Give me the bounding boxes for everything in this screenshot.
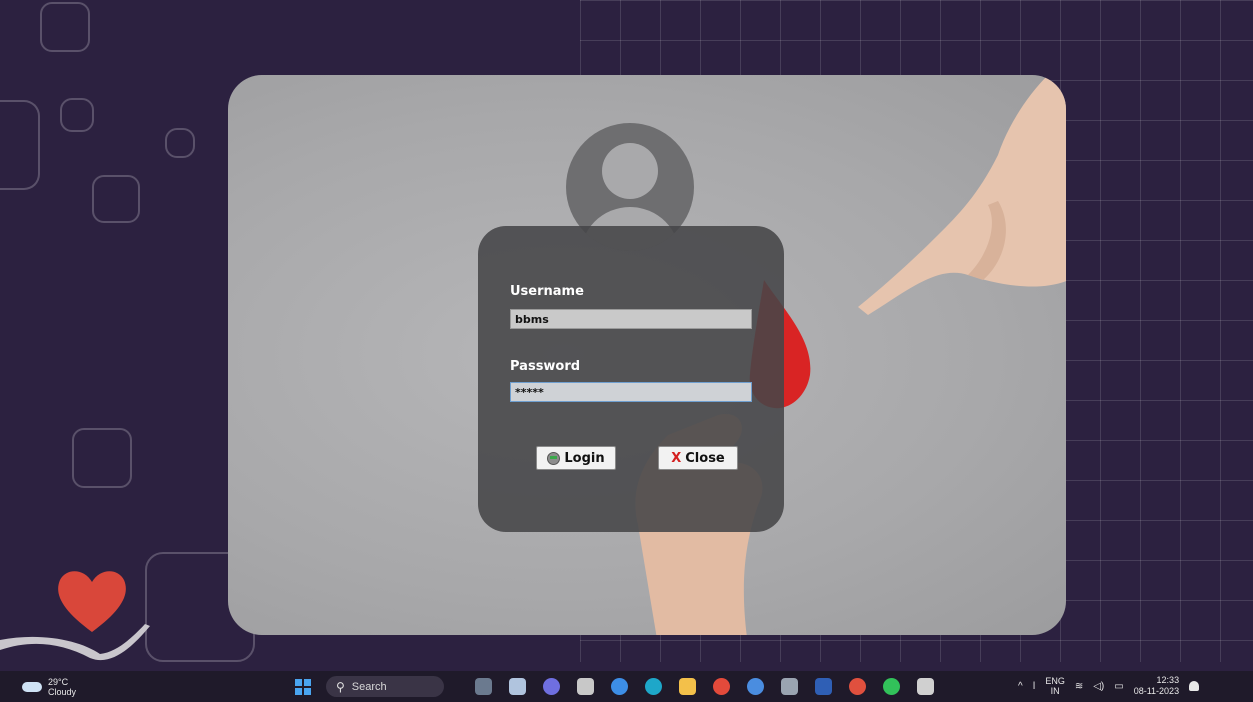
language-indicator[interactable]: ENG IN <box>1045 676 1065 696</box>
weather-widget[interactable]: 29°C Cloudy <box>22 677 76 697</box>
search-label: Search <box>351 680 387 693</box>
login-button-label: Login <box>564 450 605 466</box>
username-input[interactable]: bbms <box>510 309 752 329</box>
volume-icon[interactable]: ◁) <box>1093 681 1104 692</box>
clock[interactable]: 12:33 08-11-2023 <box>1134 675 1179 697</box>
taskbar-search[interactable]: ⚲ Search <box>326 676 444 697</box>
chrome-icon[interactable] <box>713 678 730 695</box>
calendar-icon[interactable] <box>577 678 594 695</box>
chevron-up-icon[interactable]: ^ <box>1018 681 1023 692</box>
task-view-icon[interactable] <box>475 678 492 695</box>
decor-square <box>165 128 195 158</box>
file-explorer-icon[interactable] <box>509 678 526 695</box>
whatsapp-icon[interactable] <box>883 678 900 695</box>
search-icon: ⚲ <box>336 679 345 694</box>
system-tray: ^ ǀ ENG IN ≋ ◁) ▭ 12:33 08-11-2023 <box>1018 675 1200 697</box>
vpn-icon[interactable] <box>747 678 764 695</box>
decor-square <box>92 175 140 223</box>
username-label: Username <box>510 284 584 299</box>
java-icon[interactable] <box>917 678 934 695</box>
login-icon <box>547 451 561 465</box>
decor-square <box>0 100 40 190</box>
lang-top: ENG <box>1045 676 1065 686</box>
clock-date: 08-11-2023 <box>1133 686 1180 696</box>
meet-icon[interactable] <box>543 678 560 695</box>
close-button[interactable]: X Close <box>658 446 738 470</box>
notification-bell-icon[interactable] <box>1189 681 1200 691</box>
weather-temp: 29°C <box>48 677 69 687</box>
password-label: Password <box>510 359 581 374</box>
hand-image <box>858 75 1066 315</box>
clock-time: 12:33 <box>1156 675 1180 685</box>
chrome-canary-icon[interactable] <box>611 678 628 695</box>
microphone-icon[interactable]: ǀ <box>1033 681 1036 692</box>
battery-icon[interactable]: ▭ <box>1114 681 1123 692</box>
decor-square <box>72 428 132 488</box>
decor-square <box>40 2 90 52</box>
edge-icon[interactable] <box>645 678 662 695</box>
weather-desc: Cloudy <box>48 687 77 697</box>
taskbar: 29°C Cloudy ⚲ Search ^ ǀ ENG IN ≋ ◁) ▭ 1… <box>0 671 1253 702</box>
lang-bottom: IN <box>1050 686 1060 696</box>
login-button[interactable]: Login <box>536 446 616 470</box>
wifi-icon[interactable]: ≋ <box>1075 681 1083 692</box>
terminal-icon[interactable] <box>781 678 798 695</box>
cloud-icon <box>22 682 42 692</box>
password-input[interactable]: ***** <box>510 382 752 402</box>
folder-icon[interactable] <box>679 678 696 695</box>
close-button-label: Close <box>685 450 725 466</box>
decor-square <box>60 98 94 132</box>
chrome-profile-icon[interactable] <box>849 678 866 695</box>
open-hand-icon <box>0 624 150 661</box>
login-panel: Username bbms Password ***** Login X Clo… <box>478 226 784 532</box>
close-icon: X <box>671 450 682 466</box>
windows-start-icon[interactable] <box>295 679 311 695</box>
word-icon[interactable] <box>815 678 832 695</box>
